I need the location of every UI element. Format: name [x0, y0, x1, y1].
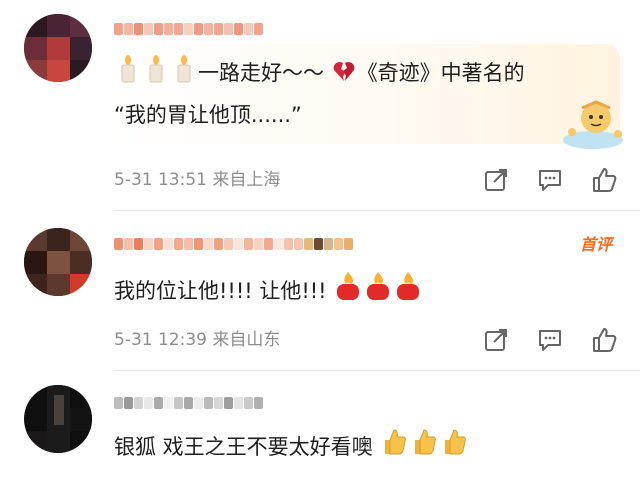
- comment-text-line2: “我的胃让他顶......”: [114, 103, 302, 127]
- comment-location: 来自上海: [212, 170, 281, 190]
- share-icon[interactable]: [482, 166, 510, 194]
- username-blurred[interactable]: [114, 18, 263, 38]
- fire-icon: [393, 270, 423, 302]
- comment-location: 来自山东: [212, 330, 281, 350]
- action-bar: [482, 166, 618, 194]
- comment-text-after-heart: 《奇迹》中著名的: [356, 61, 525, 85]
- comment-time: 5-31 13:51: [114, 170, 207, 190]
- fire-icon: [363, 270, 393, 302]
- comment-text: 一路走好～～ 《奇迹》中著名的: [114, 54, 525, 90]
- thumbs-up-emoji: [439, 426, 469, 458]
- comment-icon[interactable]: [536, 166, 564, 194]
- action-bar: [482, 326, 618, 354]
- comment-text-main: 银狐 戏王之王不要太好看噢: [114, 435, 373, 459]
- comment-text: 我的位让他!!!! 让他!!!: [114, 270, 423, 308]
- comment-meta: 5-31 13:51 来自上海: [114, 170, 280, 190]
- comment-text: 银狐 戏王之王不要太好看噢: [114, 426, 469, 464]
- candle-icon: [114, 54, 142, 84]
- thumbs-up-emoji: [409, 426, 439, 458]
- sticker-image: [560, 96, 626, 150]
- broken-heart-icon: [331, 58, 357, 84]
- share-icon[interactable]: [482, 326, 510, 354]
- comment-icon[interactable]: [536, 326, 564, 354]
- avatar[interactable]: [24, 14, 92, 82]
- like-icon[interactable]: [590, 166, 618, 194]
- comment-time: 5-31 12:39: [114, 330, 207, 350]
- divider: [114, 210, 640, 211]
- username-blurred[interactable]: [114, 392, 263, 412]
- candle-icon: [142, 54, 170, 84]
- avatar[interactable]: [24, 385, 92, 453]
- comment-text-main: 我的位让他!!!! 让他!!!: [114, 279, 327, 303]
- avatar[interactable]: [24, 228, 92, 296]
- fire-icon: [333, 270, 363, 302]
- thumbs-up-emoji: [379, 426, 409, 458]
- comment-meta: 5-31 12:39 来自山东: [114, 330, 280, 350]
- username-blurred[interactable]: [114, 233, 353, 253]
- first-comment-badge: 首评: [579, 235, 612, 254]
- comment-text-main: 一路走好～～: [198, 61, 324, 85]
- like-icon[interactable]: [590, 326, 618, 354]
- candle-icon: [170, 54, 198, 84]
- divider: [114, 370, 640, 371]
